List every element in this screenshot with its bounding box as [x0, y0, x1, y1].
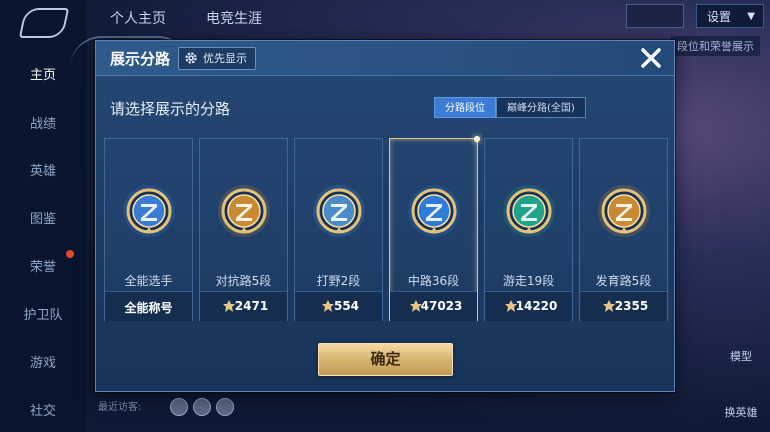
- nav-item-guard[interactable]: 护卫队: [0, 304, 86, 323]
- all-round-badge-icon: [123, 185, 175, 237]
- event-banner[interactable]: [626, 4, 684, 28]
- lane-score: 14220: [515, 299, 558, 313]
- back-button[interactable]: [18, 8, 70, 38]
- model-label[interactable]: 模型: [716, 348, 766, 364]
- avatar[interactable]: [193, 398, 211, 416]
- avatar[interactable]: [216, 398, 234, 416]
- clash-lane-badge-icon: [218, 185, 270, 237]
- nav-item-record[interactable]: 战绩: [0, 113, 86, 132]
- lane-label: 打野2段: [316, 274, 361, 288]
- segment-control: 分路段位 巅峰分路(全国): [434, 97, 586, 118]
- lane-label: 对抗路5段: [215, 274, 272, 288]
- roam-badge-icon: [503, 185, 555, 237]
- lane-label: 发育路5段: [595, 274, 652, 288]
- settings-label: 设置: [707, 10, 732, 24]
- farm-lane-badge-icon: [598, 185, 650, 237]
- lane-cards: 全能选手 全能称号 对抗路5段 2471 打野2段 554 中路36段 47023 游走19段 1…: [104, 136, 668, 321]
- segment-peak-lane[interactable]: 巅峰分路(全国): [496, 97, 586, 118]
- modal-title: 展示分路: [110, 50, 171, 68]
- lane-score: 2471: [234, 299, 269, 313]
- lane-card[interactable]: 发育路5段 2355: [579, 138, 668, 321]
- lane-score: 2355: [614, 299, 649, 313]
- lane-score-bar: 47023: [390, 291, 477, 321]
- chevron-down-icon: ▼: [747, 11, 755, 22]
- gear-icon: [185, 52, 197, 64]
- lane-label: 游走19段: [502, 274, 555, 288]
- lane-label: 中路36段: [407, 274, 460, 288]
- notification-dot: [66, 250, 74, 258]
- lane-card[interactable]: 游走19段 14220: [484, 138, 573, 321]
- tab-esports[interactable]: 电竞生涯: [206, 8, 262, 28]
- recent-visitors-label: 最近访客:: [98, 402, 142, 413]
- close-icon[interactable]: [636, 43, 666, 73]
- lane-score-bar: 2471: [200, 291, 287, 321]
- rank-honor-link[interactable]: 段位和荣誉展示: [671, 36, 760, 56]
- lane-score-bar: 2355: [580, 291, 667, 321]
- confirm-button[interactable]: 确定: [318, 343, 453, 376]
- lane-score-bar: 554: [295, 291, 382, 321]
- modal-subtitle: 请选择展示的分路: [110, 100, 231, 118]
- lane-score-bar: 14220: [485, 291, 572, 321]
- nav-item-heroes[interactable]: 英雄: [0, 160, 86, 179]
- priority-display-button[interactable]: 优先显示: [178, 47, 256, 70]
- lane-label: 全能选手: [124, 274, 173, 288]
- lane-score-bar: 全能称号: [105, 291, 192, 321]
- nav-item-honor[interactable]: 荣誉: [0, 256, 86, 275]
- modal-header: 展示分路 优先显示: [96, 41, 674, 76]
- mid-lane-badge-icon: [408, 185, 460, 237]
- lane-score: 全能称号: [124, 301, 173, 315]
- lane-card[interactable]: 对抗路5段 2471: [199, 138, 288, 321]
- lane-card[interactable]: 中路36段 47023: [389, 136, 480, 321]
- lane-score: 47023: [420, 299, 463, 313]
- settings-button[interactable]: 设置 ▼: [696, 4, 764, 28]
- avatar[interactable]: [170, 398, 188, 416]
- tab-profile[interactable]: 个人主页: [110, 8, 166, 28]
- lane-score: 554: [333, 299, 360, 313]
- segment-lane-rank[interactable]: 分路段位: [434, 97, 496, 118]
- change-hero-label[interactable]: 换英雄: [716, 404, 766, 420]
- nav-item-social[interactable]: 社交: [0, 400, 86, 419]
- lane-display-modal: 展示分路 优先显示 请选择展示的分路 分路段位 巅峰分路(全国) 全能选手全能称…: [95, 40, 675, 392]
- nav-item-game[interactable]: 游戏: [0, 352, 86, 371]
- nav-item-collection[interactable]: 图鉴: [0, 208, 86, 227]
- lane-card[interactable]: 打野2段 554: [294, 138, 383, 321]
- priority-display-label: 优先显示: [203, 52, 247, 65]
- jungle-badge-icon: [313, 185, 365, 237]
- sparkle-icon: [474, 136, 480, 142]
- lane-card[interactable]: 全能选手 全能称号: [104, 138, 193, 321]
